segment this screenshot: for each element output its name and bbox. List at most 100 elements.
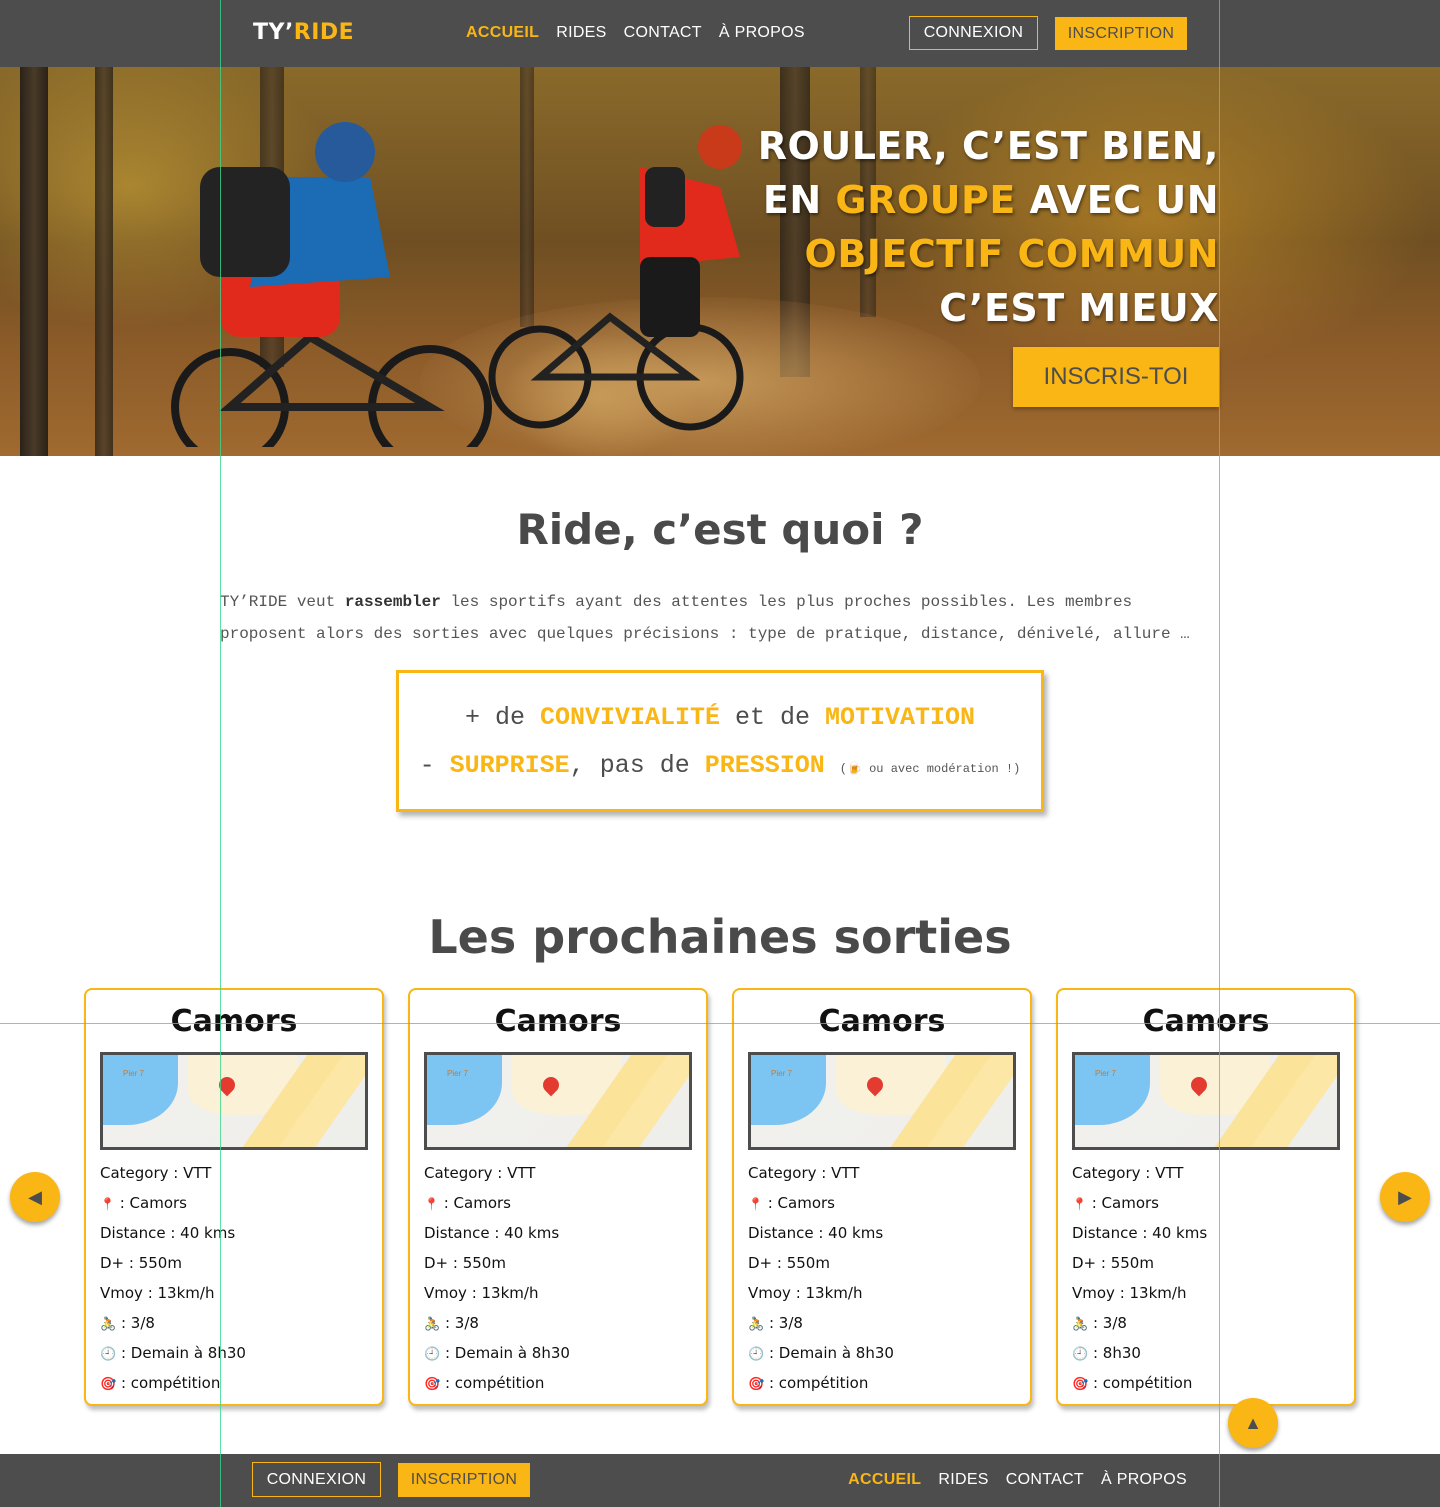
footer-nav-rides[interactable]: RIDES (938, 1471, 988, 1489)
chevron-right-icon: ▶ (1398, 1186, 1412, 1207)
hl1-b: CONVIVIALITÉ (539, 703, 720, 732)
clock-icon: 🕘 (424, 1347, 441, 1362)
ride-time-row: 🕘 : Demain à 8h30 (424, 1338, 570, 1368)
highlight-line-2: - SURPRISE, pas de PRESSION (🍺 ou avec m… (399, 751, 1041, 780)
hl2-d: PRESSION (704, 751, 825, 780)
target-icon: 🎯 (100, 1377, 117, 1392)
footer: CONNEXION INSCRIPTION ACCUEIL RIDES CONT… (0, 1454, 1440, 1507)
ride-place-row: 📍 : Camors (424, 1188, 570, 1218)
bike-icon: 🚴 (100, 1317, 117, 1332)
ride-card-title: Camors (818, 1004, 946, 1039)
ride-map[interactable]: Pier 7 (424, 1052, 692, 1150)
ride-goal: : compétition (1092, 1374, 1193, 1392)
ride-riders-row: 🚴 : 3/8 (1072, 1308, 1207, 1338)
layout-guide (1219, 0, 1220, 1507)
logo-main: TY’ (253, 20, 294, 45)
site-logo[interactable]: TY’RIDE (253, 20, 354, 45)
ride-riders: : 3/8 (1092, 1314, 1127, 1332)
ride-elevation: D+ : 550m (1072, 1254, 1154, 1272)
ride-card[interactable]: Camors Pier 7 Category : VTT 📍 : Camors Dist… (732, 988, 1032, 1406)
ride-speed: Vmoy : 13km/h (100, 1284, 215, 1302)
hl1-c: et de (719, 703, 826, 732)
hero-line-1: ROULER, C’EST BIEN, (757, 124, 1219, 168)
clock-icon: 🕘 (100, 1347, 117, 1362)
target-icon: 🎯 (424, 1377, 441, 1392)
ride-goal-row: 🎯 : compétition (1072, 1368, 1207, 1398)
ride-card-title: Camors (494, 1004, 622, 1039)
ride-info: Category : VTT 📍 : Camors Distance : 40 km… (424, 1158, 570, 1398)
intro-text-a: TY’RIDE veut (220, 593, 345, 611)
ride-card[interactable]: Camors Pier 7 Category : VTT 📍 : Camors Dist… (408, 988, 708, 1406)
intro-paragraph: TY’RIDE veut rassembler les sportifs aya… (220, 586, 1220, 650)
ride-distance: Distance : 40 kms (1072, 1224, 1208, 1242)
ride-time-row: 🕘 : Demain à 8h30 (100, 1338, 246, 1368)
ride-place: : Camors (119, 1194, 187, 1212)
ride-goal: : compétition (768, 1374, 869, 1392)
ride-time: : Demain à 8h30 (120, 1344, 246, 1362)
ride-place: : Camors (767, 1194, 835, 1212)
ride-elevation: D+ : 550m (100, 1254, 182, 1272)
pin-icon: 📍 (424, 1197, 439, 1211)
intro-text-b: rassembler (344, 593, 441, 611)
ride-category: Category : VTT (424, 1164, 536, 1182)
ride-riders: : 3/8 (444, 1314, 479, 1332)
ride-goal-row: 🎯 : compétition (424, 1368, 570, 1398)
highlight-line-1: + de CONVIVIALITÉ et de MOTIVATION (399, 703, 1041, 732)
login-button[interactable]: CONNEXION (909, 16, 1038, 50)
nav-rides[interactable]: RIDES (556, 24, 606, 42)
clock-icon: 🕘 (748, 1347, 765, 1362)
ride-category: Category : VTT (100, 1164, 212, 1182)
chevron-left-icon: ◀ (28, 1186, 42, 1207)
hero-line-2: EN GROUPE AVEC UN (758, 173, 1219, 227)
ride-distance: Distance : 40 kms (100, 1224, 236, 1242)
target-icon: 🎯 (748, 1377, 765, 1392)
footer-nav-accueil[interactable]: ACCUEIL (848, 1471, 921, 1489)
ride-goal-row: 🎯 : compétition (748, 1368, 894, 1398)
ride-elevation: D+ : 550m (748, 1254, 830, 1272)
ride-place: : Camors (1091, 1194, 1159, 1212)
ride-riders-row: 🚴 : 3/8 (100, 1308, 246, 1338)
logo-accent: RIDE (293, 20, 355, 45)
ride-card[interactable]: Camors Pier 7 Category : VTT 📍 : Camors Dist… (84, 988, 384, 1406)
scroll-top-button[interactable]: ▲ (1228, 1398, 1278, 1448)
ride-speed: Vmoy : 13km/h (1072, 1284, 1187, 1302)
ride-map[interactable]: Pier 7 (100, 1052, 368, 1150)
signup-button[interactable]: INSCRIPTION (1055, 17, 1187, 50)
ride-riders-row: 🚴 : 3/8 (424, 1308, 570, 1338)
nav-contact[interactable]: CONTACT (624, 24, 702, 42)
footer-nav-about[interactable]: À PROPOS (1101, 1471, 1187, 1489)
ride-card-title: Camors (1142, 1004, 1270, 1039)
ride-category: Category : VTT (748, 1164, 860, 1182)
main-nav: ACCUEIL RIDES CONTACT À PROPOS (466, 24, 805, 42)
footer-login-button[interactable]: CONNEXION (252, 1462, 381, 1497)
layout-guide (220, 0, 221, 1507)
hero-line-2c: AVEC UN (1015, 178, 1219, 222)
ride-map[interactable]: Pier 7 (748, 1052, 1016, 1150)
tree-trunk (20, 67, 48, 456)
bike-icon: 🚴 (1072, 1317, 1089, 1332)
ride-map[interactable]: Pier 7 (1072, 1052, 1340, 1150)
carousel-prev-button[interactable]: ◀ (10, 1172, 60, 1222)
hero-headline: ROULER, C’EST BIEN, EN GROUPE AVEC UN OB… (758, 119, 1219, 335)
map-label: Pier 7 (447, 1069, 468, 1078)
ride-card[interactable]: Camors Pier 7 Category : VTT 📍 : Camors Dist… (1056, 988, 1356, 1406)
ride-place-row: 📍 : Camors (748, 1188, 894, 1218)
ride-place: : Camors (443, 1194, 511, 1212)
ride-category: Category : VTT (1072, 1164, 1184, 1182)
nav-about[interactable]: À PROPOS (719, 24, 805, 42)
map-label: Pier 7 (771, 1069, 792, 1078)
nav-accueil[interactable]: ACCUEIL (466, 24, 539, 42)
pin-icon: 📍 (748, 1197, 763, 1211)
carousel-next-button[interactable]: ▶ (1380, 1172, 1430, 1222)
bike-icon: 🚴 (424, 1317, 441, 1332)
ride-info: Category : VTT 📍 : Camors Distance : 40 km… (748, 1158, 894, 1398)
ride-place-row: 📍 : Camors (1072, 1188, 1207, 1218)
ride-riders: : 3/8 (768, 1314, 803, 1332)
ride-time: : Demain à 8h30 (444, 1344, 570, 1362)
footer-signup-button[interactable]: INSCRIPTION (398, 1463, 530, 1497)
hero-signup-button[interactable]: INSCRIS-TOI (1013, 347, 1219, 407)
hl2-b: SURPRISE (449, 751, 570, 780)
hl1-a: + de (464, 703, 540, 732)
ride-time: : Demain à 8h30 (768, 1344, 894, 1362)
footer-nav-contact[interactable]: CONTACT (1006, 1471, 1084, 1489)
